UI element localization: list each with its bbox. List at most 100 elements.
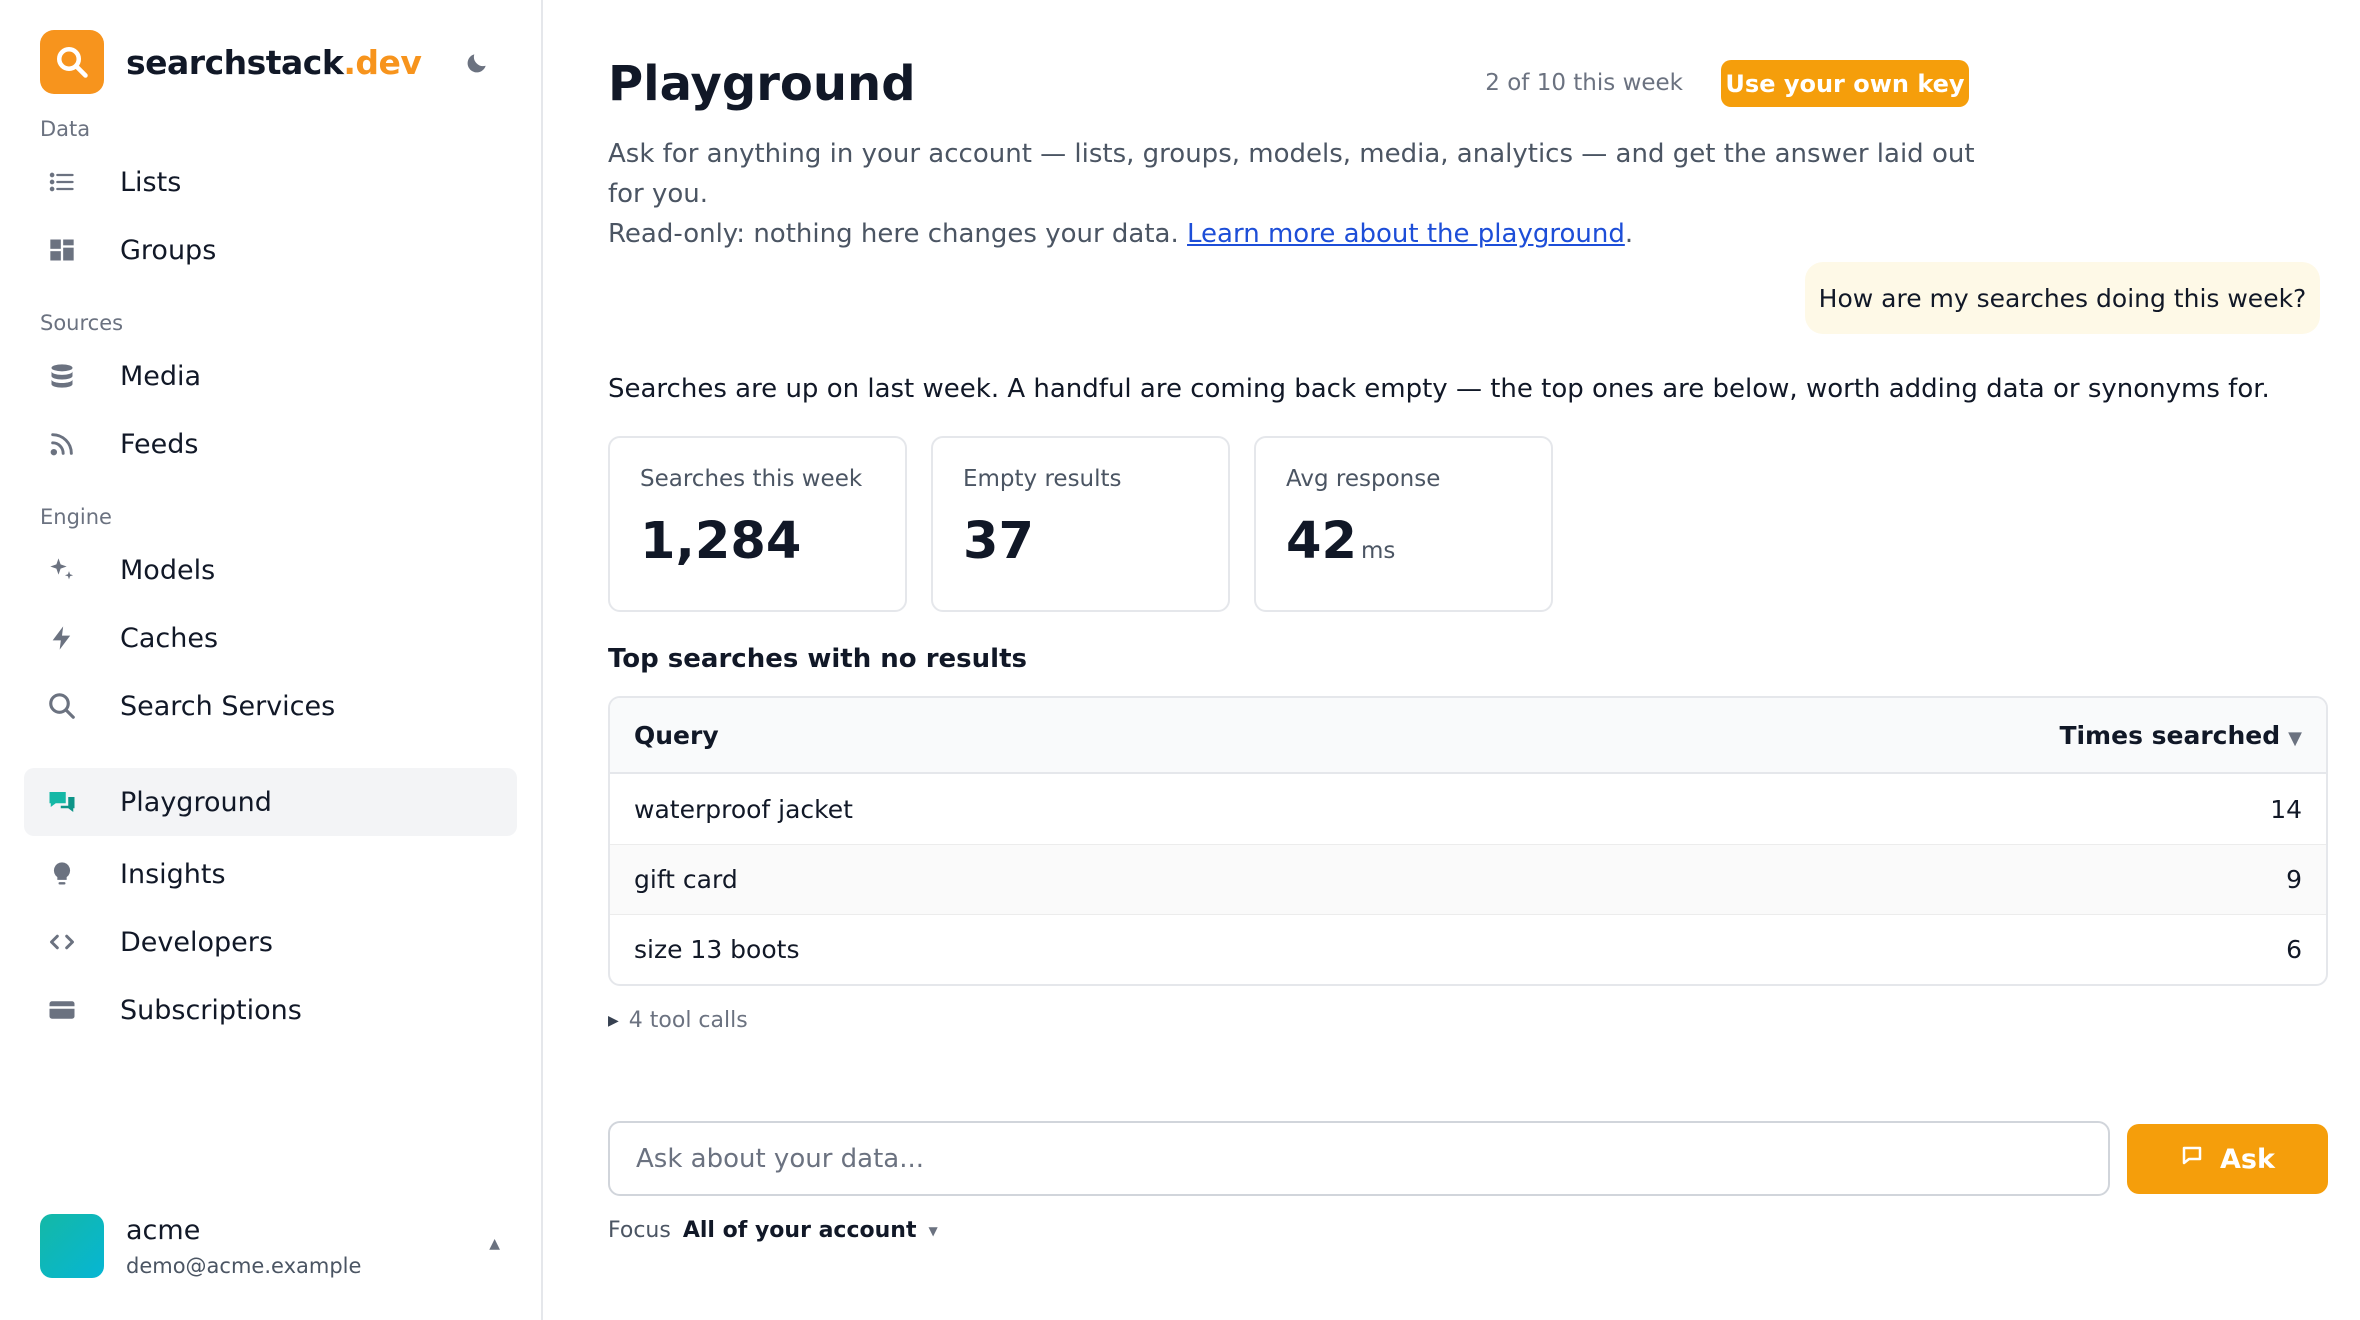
sidebar-item-models[interactable]: Models (24, 536, 517, 604)
sidebar-item-label: Media (120, 360, 202, 392)
ask-button[interactable]: Ask (2127, 1124, 2328, 1194)
sidebar-item-label: Subscriptions (120, 994, 302, 1026)
chat-icon (44, 784, 80, 820)
sidebar-item-label: Models (120, 554, 216, 586)
focus-value: All of your account (682, 1218, 917, 1243)
column-header-times[interactable]: Times searched ▼ (2059, 721, 2302, 750)
cell-query: gift card (634, 865, 738, 894)
caret-down-icon: ▼ (928, 1223, 938, 1238)
quota-text: 2 of 10 this week (1485, 70, 1683, 96)
sidebar-item-label: Feeds (120, 428, 199, 460)
sidebar-item-label: Caches (120, 622, 219, 654)
focus-selector[interactable]: Focus All of your account ▼ (608, 1218, 938, 1243)
moon-icon[interactable] (462, 48, 492, 78)
main-content: Playground 2 of 10 this week Use your ow… (543, 0, 2360, 1320)
stat-card-avg-response: Avg response 42 ms (1254, 436, 1553, 612)
list-icon (44, 164, 80, 200)
credit-card-icon (44, 992, 80, 1028)
tool-calls-label: 4 tool calls (628, 1008, 748, 1033)
sidebar-item-lists[interactable]: Lists (24, 148, 517, 216)
description-line-1: Ask for anything in your account — lists… (608, 139, 1975, 209)
cell-query: waterproof jacket (634, 794, 853, 824)
sidebar-item-label: Playground (120, 786, 272, 818)
section-label-engine: Engine (40, 505, 112, 529)
sidebar-item-feeds[interactable]: Feeds (24, 410, 517, 478)
caret-right-icon: ▶ (608, 1012, 619, 1029)
brand-name-text: searchstack (126, 42, 344, 82)
sidebar-item-label: Lists (120, 166, 182, 198)
table-row: waterproof jacket 14 (610, 774, 2326, 844)
sort-desc-icon: ▼ (2288, 727, 2302, 749)
search-icon (44, 688, 80, 724)
code-icon (44, 924, 80, 960)
stat-card-unit: ms (1360, 538, 1396, 564)
sidebar-item-caches[interactable]: Caches (24, 604, 517, 672)
description-line-2-text: Read-only: nothing here changes your dat… (608, 219, 1179, 249)
stat-card-label: Avg response (1286, 466, 1441, 492)
sidebar-item-label: Developers (120, 926, 273, 958)
table-row: size 13 boots 6 (610, 914, 2326, 984)
grid-icon (44, 232, 80, 268)
table-body: waterproof jacket 14 gift card 9 size 13… (610, 774, 2326, 984)
learn-more-link[interactable]: Learn more about the playground (1187, 219, 1625, 249)
description-line-2: Read-only: nothing here changes your dat… (608, 219, 1634, 249)
section-label-sources: Sources (40, 311, 124, 335)
brand-tld: .dev (343, 42, 422, 82)
cell-times: 9 (2286, 865, 2302, 894)
sidebar-item-playground[interactable]: Playground (24, 768, 517, 836)
no-results-table: Query Times searched ▼ waterproof jacket … (608, 696, 2328, 986)
section-label-data: Data (40, 117, 91, 141)
stat-cards: Searches this week 1,284 Empty results 3… (608, 436, 1553, 612)
table-header: Query Times searched ▼ (610, 698, 2326, 774)
sidebar-item-developers[interactable]: Developers (24, 908, 517, 976)
account-email: demo@acme.example (126, 1253, 362, 1278)
caret-up-icon: ▲ (489, 1236, 500, 1252)
app-root: searchstack.dev Data Lists Groups Source… (0, 0, 2360, 1320)
search-logo-icon (40, 30, 104, 94)
account-switcher[interactable]: acme demo@acme.example ▲ (40, 1206, 500, 1286)
account-text: acme demo@acme.example (126, 1215, 361, 1278)
stat-card-value: 37 (963, 512, 1034, 571)
cell-query: size 13 boots (634, 935, 800, 964)
sparkles-icon (44, 552, 80, 588)
sidebar-item-label: Search Services (120, 690, 336, 722)
ask-input[interactable] (608, 1121, 2110, 1196)
stat-card-value: 1,284 (640, 512, 802, 571)
sidebar-item-media[interactable]: Media (24, 342, 517, 410)
cell-times: 14 (2270, 794, 2302, 824)
stat-card-label: Searches this week (640, 466, 863, 492)
sidebar-item-subscriptions[interactable]: Subscriptions (24, 976, 517, 1044)
page-title: Playground (608, 56, 916, 112)
database-icon (44, 358, 80, 394)
stat-card-label: Empty results (963, 466, 1122, 492)
column-header-times-label: Times searched (2059, 720, 2281, 750)
table-row: gift card 9 (610, 844, 2326, 914)
cell-times: 6 (2286, 935, 2302, 964)
stat-card-value: 42 (1286, 512, 1357, 571)
page-description: Ask for anything in your account — lists… (608, 134, 2008, 254)
bolt-icon (44, 620, 80, 656)
rss-icon (44, 426, 80, 462)
avatar (40, 1214, 104, 1278)
tool-calls-toggle[interactable]: ▶ 4 tool calls (608, 1008, 748, 1033)
column-header-query[interactable]: Query (634, 721, 719, 750)
use-own-key-button[interactable]: Use your own key (1721, 60, 1969, 107)
brand[interactable]: searchstack.dev (24, 30, 517, 94)
assistant-answer: Searches are up on last week. A handful … (608, 374, 2270, 404)
sidebar-item-groups[interactable]: Groups (24, 216, 517, 284)
account-name: acme (126, 1214, 201, 1246)
sidebar-item-label: Groups (120, 234, 217, 266)
sidebar-item-search-services[interactable]: Search Services (24, 672, 517, 740)
user-message-bubble: How are my searches doing this week? (1805, 262, 2320, 334)
sidebar: searchstack.dev Data Lists Groups Source… (0, 0, 543, 1320)
sidebar-item-insights[interactable]: Insights (24, 840, 517, 908)
stat-card-searches: Searches this week 1,284 (608, 436, 907, 612)
ask-button-label: Ask (2220, 1143, 2275, 1175)
focus-label: Focus (608, 1218, 671, 1243)
stat-card-empty-results: Empty results 37 (931, 436, 1230, 612)
message-icon (2180, 1144, 2204, 1175)
table-title: Top searches with no results (608, 644, 1027, 674)
stat-card-value-wrap: 42 ms (1286, 512, 1521, 571)
lightbulb-icon (44, 856, 80, 892)
sidebar-item-label: Insights (120, 858, 226, 890)
